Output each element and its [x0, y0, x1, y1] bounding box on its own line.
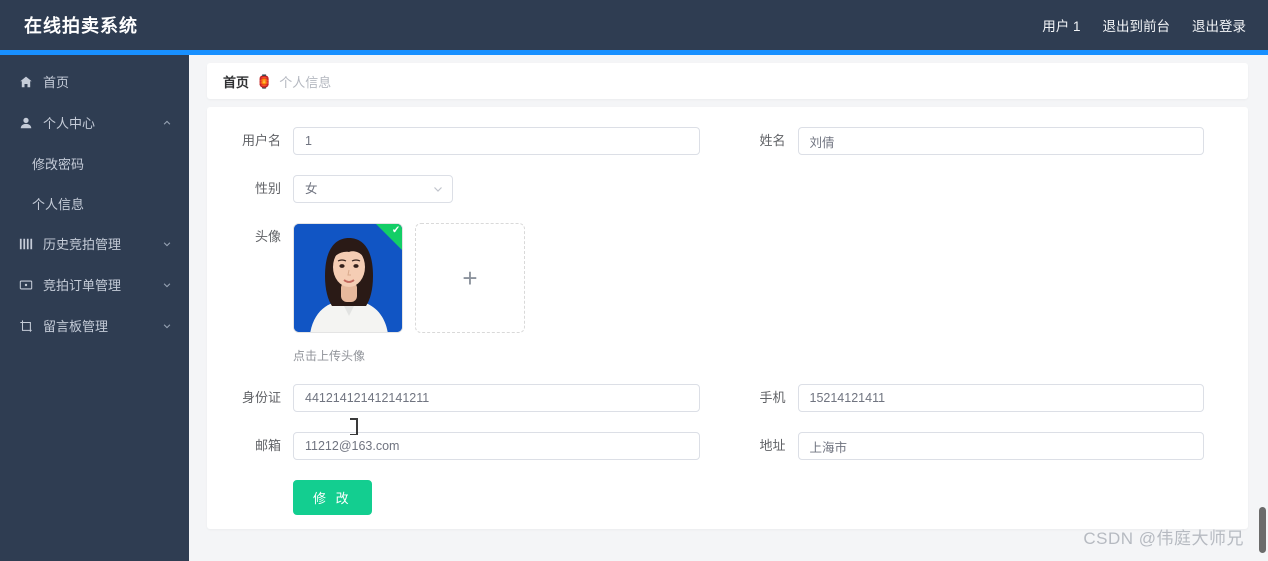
watermark: CSDN @伟庭大师兄: [1083, 529, 1244, 548]
sidebar-subitem-change-password[interactable]: 修改密码: [0, 143, 189, 183]
field-address: 地址: [728, 432, 1233, 460]
exit-to-frontend-link[interactable]: 退出到前台: [1103, 15, 1171, 35]
idcard-input[interactable]: [293, 384, 700, 412]
field-name: 姓名: [728, 127, 1233, 155]
email-input[interactable]: [293, 432, 700, 460]
sidebar-item-message-board-label: 留言板管理: [43, 319, 109, 334]
form-row-idcard-phone: 身份证 手机: [223, 384, 1232, 412]
chevron-up-icon[interactable]: [161, 117, 173, 129]
idcard-label: 身份证: [241, 390, 281, 405]
gender-label: 性别: [254, 181, 281, 196]
phone-label: 手机: [759, 390, 786, 405]
sidebar-item-auction-history-label: 历史竞拍管理: [43, 237, 122, 252]
address-label: 地址: [759, 438, 786, 453]
form-row-username-name: 用户名 姓名: [223, 127, 1232, 155]
field-idcard: 身份证: [223, 384, 728, 412]
field-gender: 性别 女: [223, 175, 728, 203]
header-actions: 用户 1 退出到前台 退出登录: [1042, 15, 1246, 35]
phone-input[interactable]: [797, 384, 1204, 412]
avatar-uploader: ✔ +: [293, 223, 1204, 333]
sidebar-item-auction-orders[interactable]: 竞拍订单管理: [0, 264, 189, 305]
sidebar-item-personal-center[interactable]: 个人中心: [0, 102, 189, 143]
page-root: 在线拍卖系统 用户 1 退出到前台 退出登录 首页 个人中心 修改密码 个人信息…: [0, 0, 1268, 561]
avatar-upload-tip: 点击上传头像: [293, 349, 366, 363]
field-avatar: 头像 ✔ + 点击上传头像: [223, 223, 1232, 364]
main-content: 首页 🏮 个人信息 用户名 姓名: [189, 55, 1268, 561]
chevron-down-icon[interactable]: [161, 279, 173, 291]
breadcrumb-home[interactable]: 首页: [223, 72, 249, 91]
gender-select[interactable]: 女: [293, 175, 453, 203]
avatar-label: 头像: [254, 229, 281, 244]
email-label: 邮箱: [254, 438, 281, 453]
app-title: 在线拍卖系统: [24, 16, 138, 36]
name-input[interactable]: [797, 127, 1204, 155]
board-icon: [18, 318, 34, 334]
vertical-scrollbar-thumb[interactable]: [1259, 507, 1266, 553]
submit-button[interactable]: 修 改: [293, 480, 372, 515]
username-label: 用户名: [241, 133, 281, 148]
check-icon: ✔: [391, 224, 401, 237]
field-username: 用户名: [223, 127, 728, 155]
profile-form-card: 用户名 姓名 性别 女: [207, 107, 1248, 529]
form-row-submit: 修 改: [223, 480, 1232, 515]
home-icon: [18, 74, 34, 90]
name-label: 姓名: [759, 133, 786, 148]
sidebar-item-message-board[interactable]: 留言板管理: [0, 305, 189, 346]
user-icon: [18, 115, 34, 131]
sidebar-item-auction-history[interactable]: 历史竞拍管理: [0, 223, 189, 264]
username-input[interactable]: [293, 127, 700, 155]
form-row-email-address: 邮箱 地址: [223, 432, 1232, 460]
add-image-button[interactable]: +: [415, 223, 525, 333]
avatar-thumbnail[interactable]: ✔: [293, 223, 403, 333]
field-phone: 手机: [728, 384, 1233, 412]
ticket-icon: [18, 277, 34, 293]
sidebar-item-home-label: 首页: [43, 75, 70, 90]
address-input[interactable]: [797, 432, 1204, 460]
breadcrumb-current: 个人信息: [279, 74, 332, 90]
sidebar-item-home[interactable]: 首页: [0, 61, 189, 102]
list-icon: [18, 236, 34, 252]
form-row-gender: 性别 女: [223, 175, 1232, 203]
field-email: 邮箱: [223, 432, 728, 460]
breadcrumb-separator-icon: 🏮: [256, 74, 273, 89]
sidebar-item-auction-orders-label: 竞拍订单管理: [43, 278, 122, 293]
logout-link[interactable]: 退出登录: [1192, 15, 1246, 35]
sidebar-subitem-personal-info-label: 个人信息: [32, 196, 85, 212]
chevron-down-icon[interactable]: [161, 238, 173, 250]
chevron-down-icon[interactable]: [161, 320, 173, 332]
sidebar-nav: 首页 个人中心 修改密码 个人信息 历史竞拍管理 竞拍订单管理 留言板管理: [0, 55, 189, 561]
form-row-avatar: 头像 ✔ + 点击上传头像: [223, 223, 1232, 364]
breadcrumb: 首页 🏮 个人信息: [207, 63, 1248, 99]
user-label[interactable]: 用户 1: [1042, 15, 1080, 35]
sidebar-subitem-change-password-label: 修改密码: [32, 156, 85, 172]
sidebar-subitem-personal-info[interactable]: 个人信息: [0, 183, 189, 223]
top-header: 在线拍卖系统 用户 1 退出到前台 退出登录: [0, 0, 1268, 50]
sidebar-item-personal-center-label: 个人中心: [43, 116, 96, 131]
